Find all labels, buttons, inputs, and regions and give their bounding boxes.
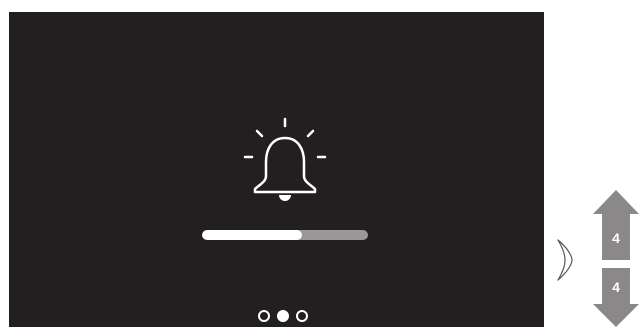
arrow-down-icon (593, 268, 639, 327)
chevron-right-icon[interactable] (556, 238, 576, 282)
page-dot[interactable] (258, 310, 270, 322)
bell-icon (243, 117, 327, 201)
page-dot[interactable] (277, 310, 289, 322)
scroll-down-label: 4 (612, 279, 620, 295)
scroll-down-button[interactable]: 4 (592, 268, 639, 327)
volume-bar[interactable] (202, 230, 368, 240)
volume-fill (202, 230, 302, 240)
page-dot[interactable] (296, 310, 308, 322)
page-indicator (258, 308, 318, 324)
display-screen (9, 12, 544, 327)
page: 4 4 (0, 0, 639, 327)
scroll-up-button[interactable]: 4 (592, 190, 639, 260)
arrow-up-icon (593, 190, 639, 260)
scroll-up-label: 4 (612, 230, 620, 246)
